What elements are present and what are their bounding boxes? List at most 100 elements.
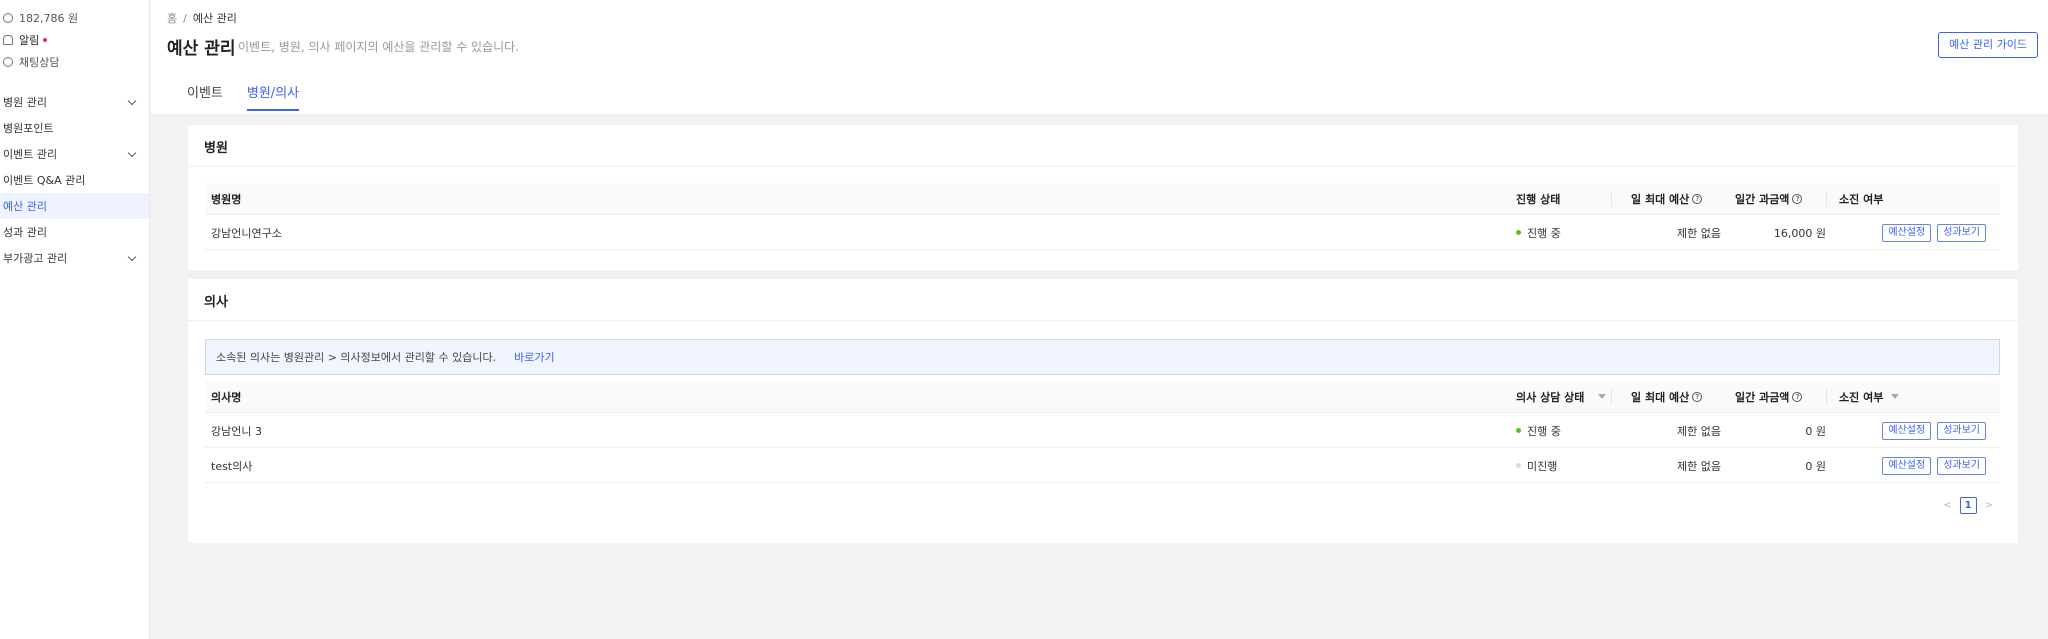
status-cell: 미진행: [1516, 449, 1557, 482]
row-actions: 예산설정 성과보기: [1876, 216, 1986, 249]
sidebar-item-label: 예산 관리: [3, 200, 47, 213]
table-row: 강남언니연구소 진행 중 제한 없음 16,000 원 예산설정 성과보기: [205, 216, 2000, 250]
sidebar-item-hospital-point[interactable]: 병원포인트: [0, 115, 149, 141]
chevron-down-icon: [127, 252, 137, 261]
budget-setting-button[interactable]: 예산설정: [1882, 421, 1932, 440]
filter-icon[interactable]: [1891, 394, 1900, 399]
sidebar-item-label: 병원 관리: [3, 96, 47, 109]
goto-link[interactable]: 바로가기: [514, 349, 554, 365]
help-icon[interactable]: ?: [1792, 391, 1803, 402]
sidebar-nav: 병원 관리 병원포인트 이벤트 관리 이벤트 Q&A 관리 예산 관리 성과 관…: [0, 89, 149, 271]
daily-max-cell: 제한 없음: [1677, 424, 1721, 438]
col-hospital-name: 병원명: [211, 192, 242, 206]
notice-text: 소속된 의사는 병원관리 > 의사정보에서 관리할 수 있습니다.: [216, 351, 497, 364]
help-icon[interactable]: ?: [1792, 193, 1803, 204]
chat-label: 채팅상담: [19, 56, 60, 69]
status-cell: 진행 중: [1516, 216, 1561, 249]
page-header: 홈 / 예산 관리 예산 관리 이벤트, 병원, 의사 페이지의 예산을 관리할 수…: [151, 0, 2048, 114]
balance-item[interactable]: 182,786 원: [0, 7, 149, 29]
view-performance-button[interactable]: 성과보기: [1937, 421, 1986, 440]
row-actions: 예산설정 성과보기: [1876, 414, 1986, 447]
sidebar-item-performance[interactable]: 성과 관리: [0, 219, 149, 245]
doctor-section-title: 의사: [204, 295, 228, 310]
status-dot: [1516, 230, 1521, 235]
pagination: < 1 >: [1943, 497, 1993, 514]
daily-max-cell: 제한 없음: [1677, 226, 1721, 240]
col-consult-status-label: 의사 상담 상태: [1516, 390, 1585, 404]
col-daily-max-label: 일 최대 예산: [1631, 192, 1690, 206]
sidebar-item-budget[interactable]: 예산 관리: [0, 193, 149, 219]
hospital-table-header: 병원명 진행 상태 일 최대 예산? 일간 과금액? 소진 여부: [205, 183, 2000, 215]
daily-charge-cell: 0 원: [1805, 424, 1826, 438]
col-daily-charge-label: 일간 과금액: [1735, 192, 1790, 206]
chat-item[interactable]: 채팅상담: [0, 51, 149, 73]
col-status: 진행 상태: [1516, 192, 1561, 206]
budget-guide-button[interactable]: 예산 관리 가이드: [1938, 32, 2038, 58]
doctor-name-cell: test의사: [211, 459, 253, 473]
col-separator: [1611, 389, 1612, 405]
col-daily-charge: 일간 과금액?: [1735, 183, 1803, 214]
sidebar-item-label: 부가광고 관리: [3, 252, 68, 265]
hospital-section-title: 병원: [204, 141, 228, 156]
tab-event[interactable]: 이벤트: [187, 82, 223, 111]
help-icon[interactable]: ?: [1692, 193, 1703, 204]
sidebar-item-event[interactable]: 이벤트 관리: [0, 141, 149, 167]
budget-setting-button[interactable]: 예산설정: [1882, 223, 1932, 242]
daily-max-cell: 제한 없음: [1677, 459, 1721, 473]
breadcrumb-home[interactable]: 홈: [167, 12, 177, 25]
sidebar-item-label: 이벤트 관리: [3, 148, 58, 161]
balance-text: 182,786 원: [19, 12, 79, 25]
page-description: 이벤트, 병원, 의사 페이지의 예산을 관리할 수 있습니다.: [238, 40, 520, 54]
table-row: test의사 미진행 제한 없음 0 원 예산설정 성과보기: [205, 449, 2000, 483]
col-separator: [1611, 191, 1612, 207]
daily-charge-cell: 16,000 원: [1773, 226, 1826, 240]
tab-bar: 이벤트 병원/의사: [187, 82, 323, 111]
sidebar-item-extra-ads[interactable]: 부가광고 관리: [0, 245, 149, 271]
chat-icon: [3, 57, 13, 67]
view-performance-button[interactable]: 성과보기: [1937, 223, 1986, 242]
bell-icon: [3, 35, 13, 45]
col-daily-charge: 일간 과금액?: [1735, 381, 1803, 412]
hospital-name-cell: 강남언니연구소: [211, 226, 282, 240]
status-text: 진행 중: [1527, 424, 1561, 438]
status-text: 미진행: [1527, 459, 1558, 473]
divider: [188, 320, 2018, 321]
table-row: 강남언니 3 진행 중 제한 없음 0 원 예산설정 성과보기: [205, 414, 2000, 448]
point-icon: [3, 13, 13, 23]
sidebar-item-hospital[interactable]: 병원 관리: [0, 89, 149, 115]
doctor-name-cell: 강남언니 3: [211, 424, 262, 438]
status-dot: [1516, 463, 1521, 468]
next-page-icon[interactable]: >: [1985, 500, 1993, 511]
sidebar: 182,786 원 알림 채팅상담 병원 관리 병원포인트 이벤트 관리 이벤트…: [0, 0, 150, 639]
sidebar-item-label: 이벤트 Q&A 관리: [3, 174, 86, 187]
hospital-card: 병원 병원명 진행 상태 일 최대 예산? 일간 과금액? 소진 여부 강남언니…: [188, 125, 2018, 270]
doctor-table-header: 의사명 의사 상담 상태 일 최대 예산? 일간 과금액? 소진 여부: [205, 381, 2000, 413]
alarm-badge: [43, 38, 48, 42]
budget-setting-button[interactable]: 예산설정: [1882, 456, 1932, 475]
alarm-item[interactable]: 알림: [0, 29, 149, 51]
col-exhausted-label: 소진 여부: [1839, 390, 1884, 404]
view-performance-button[interactable]: 성과보기: [1937, 456, 1986, 475]
col-consult-status: 의사 상담 상태: [1516, 381, 1607, 412]
breadcrumb-current: 예산 관리: [192, 12, 237, 25]
sidebar-item-label: 병원포인트: [3, 122, 54, 135]
daily-charge-cell: 0 원: [1805, 459, 1826, 473]
sidebar-item-event-qna[interactable]: 이벤트 Q&A 관리: [0, 167, 149, 193]
status-dot: [1516, 428, 1521, 433]
col-doctor-name: 의사명: [211, 390, 242, 404]
sidebar-item-label: 성과 관리: [3, 226, 47, 239]
help-icon[interactable]: ?: [1692, 391, 1703, 402]
page-number[interactable]: 1: [1959, 497, 1977, 514]
filter-icon[interactable]: [1598, 394, 1607, 399]
breadcrumb: 홈 / 예산 관리: [167, 10, 237, 26]
prev-page-icon[interactable]: <: [1943, 500, 1951, 511]
doctor-notice-banner: 소속된 의사는 병원관리 > 의사정보에서 관리할 수 있습니다. 바로가기: [205, 339, 2000, 375]
alarm-label: 알림: [19, 34, 40, 47]
breadcrumb-separator: /: [183, 12, 187, 25]
tab-hospital-doctor[interactable]: 병원/의사: [246, 82, 300, 111]
col-daily-max-label: 일 최대 예산: [1631, 390, 1690, 404]
row-actions: 예산설정 성과보기: [1876, 449, 1986, 482]
status-text: 진행 중: [1527, 226, 1561, 240]
page-title: 예산 관리: [167, 39, 236, 59]
col-separator: [1826, 191, 1827, 207]
